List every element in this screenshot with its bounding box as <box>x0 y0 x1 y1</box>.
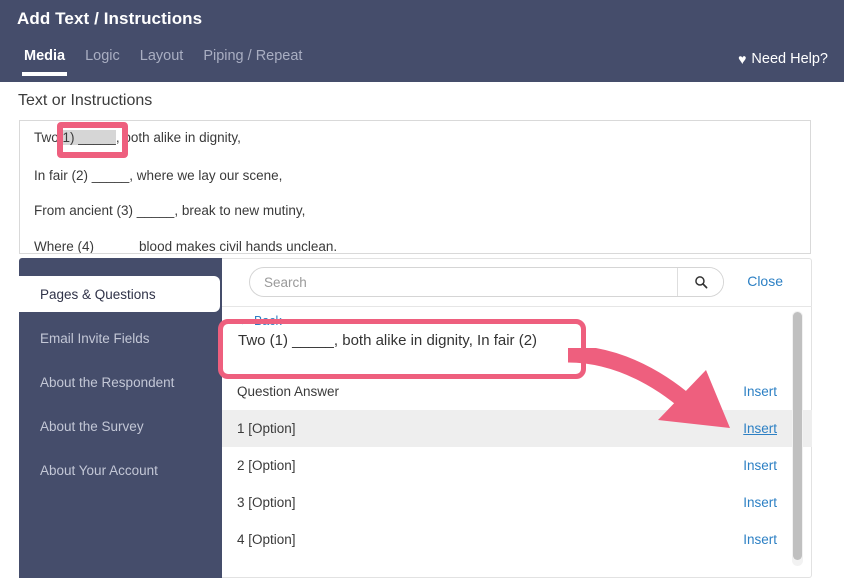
page-title: Add Text / Instructions <box>17 9 203 28</box>
add-text-instructions-screen: Add Text / Instructions Media Logic Layo… <box>0 0 844 578</box>
insert-link[interactable]: Insert <box>743 384 777 399</box>
list-item-label: 4 [Option] <box>237 532 296 547</box>
list-item[interactable]: 4 [Option] Insert <box>222 521 812 558</box>
close-button[interactable]: Close <box>747 273 783 289</box>
picker-main-panel: Close ← Back Two (1) _____, both alike i… <box>222 258 812 578</box>
list-scrollbar[interactable] <box>792 311 803 566</box>
insert-link[interactable]: Insert <box>743 495 777 510</box>
editor-line: Where (4) _____ blood makes civil hands … <box>34 238 338 254</box>
list-item[interactable]: Question Answer Insert <box>222 373 812 410</box>
merge-code-selected[interactable]: 1) _____ <box>62 130 116 145</box>
need-help-label: Need Help? <box>751 51 828 67</box>
insert-link[interactable]: Insert <box>743 458 777 473</box>
breadcrumb: ← Back Two (1) _____, both alike in dign… <box>222 307 812 373</box>
search-button[interactable] <box>677 268 723 296</box>
merge-code-picker: Pages & Questions Email Invite Fields Ab… <box>17 258 812 578</box>
merge-code-list: Question Answer Insert 1 [Option] Insert… <box>222 373 812 578</box>
sidebar-item-email-invite-fields[interactable]: Email Invite Fields <box>19 320 222 356</box>
search-field-wrapper[interactable] <box>249 267 724 297</box>
text-or-instructions-label: Text or Instructions <box>18 92 153 109</box>
sidebar-item-about-your-account[interactable]: About Your Account <box>19 452 222 488</box>
tab-media[interactable]: Media <box>14 48 75 76</box>
need-help-link[interactable]: ♥ Need Help? <box>738 51 828 67</box>
tab-logic[interactable]: Logic <box>75 48 130 76</box>
header-bar: Add Text / Instructions Media Logic Layo… <box>0 0 844 82</box>
editor-line-prefix: Two <box>34 130 63 145</box>
text-editor-area[interactable]: Two 1) _____, both alike in dignity, In … <box>19 120 811 254</box>
search-row: Close <box>222 259 812 307</box>
picker-sidebar: Pages & Questions Email Invite Fields Ab… <box>17 258 222 578</box>
editor-line-suffix: , both alike in dignity, <box>115 130 241 145</box>
scrollbar-thumb[interactable] <box>793 312 802 560</box>
list-item-label: Question Answer <box>237 384 340 399</box>
editor-line: In fair (2) _____, where we lay our scen… <box>34 167 283 183</box>
tab-bar: Media Logic Layout Piping / Repeat <box>14 48 312 76</box>
list-item-label: 1 [Option] <box>237 421 296 436</box>
insert-link[interactable]: Insert <box>743 421 777 436</box>
search-input[interactable] <box>250 268 677 296</box>
sidebar-item-pages-questions[interactable]: Pages & Questions <box>17 276 220 312</box>
search-icon <box>694 276 707 289</box>
heart-icon: ♥ <box>738 51 747 67</box>
tab-layout[interactable]: Layout <box>130 48 194 76</box>
list-item[interactable]: 2 [Option] Insert <box>222 447 812 484</box>
list-item-label: 3 [Option] <box>237 495 296 510</box>
editor-line: From ancient (3) _____, break to new mut… <box>34 203 306 218</box>
sidebar-item-about-the-survey[interactable]: About the Survey <box>19 408 222 444</box>
sidebar-item-about-the-respondent[interactable]: About the Respondent <box>19 364 222 400</box>
list-item[interactable]: 3 [Option] Insert <box>222 484 812 521</box>
editor-line: Two 1) _____, both alike in dignity, <box>34 130 796 145</box>
back-link[interactable]: ← Back <box>238 314 790 329</box>
insert-link[interactable]: Insert <box>743 532 777 547</box>
list-item[interactable]: 1 [Option] Insert <box>222 410 812 447</box>
list-item-label: 2 [Option] <box>237 458 296 473</box>
tab-piping-repeat[interactable]: Piping / Repeat <box>193 48 312 76</box>
current-question-title: Two (1) _____, both alike in dignity, In… <box>238 332 538 349</box>
